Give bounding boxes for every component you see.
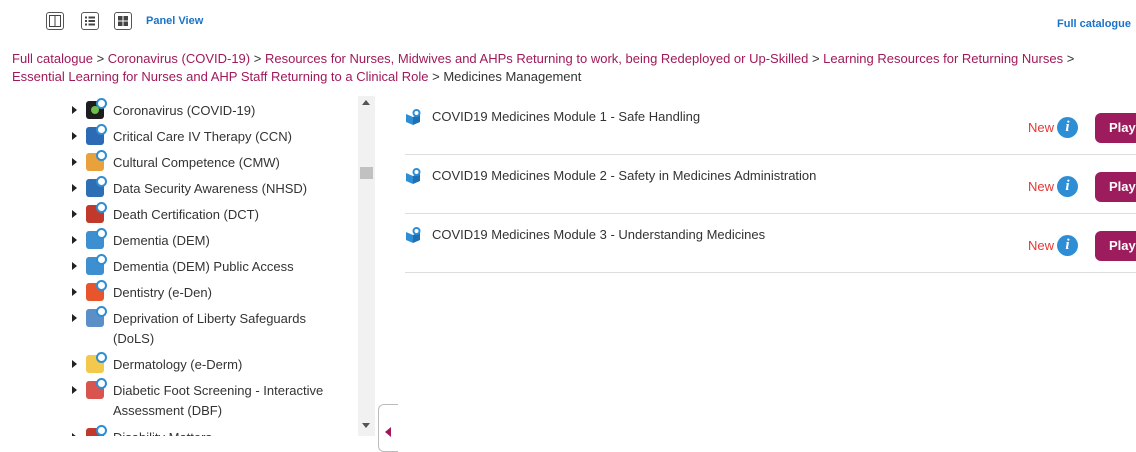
new-badge: New bbox=[1028, 238, 1055, 253]
critical-care-icon bbox=[86, 124, 107, 145]
breadcrumb-current: Medicines Management bbox=[443, 69, 582, 84]
dementia-icon bbox=[86, 228, 107, 249]
module-icon bbox=[406, 227, 421, 243]
diabetic-foot-icon bbox=[86, 378, 107, 399]
scroll-down-icon[interactable] bbox=[362, 423, 370, 428]
expand-arrow-icon[interactable] bbox=[72, 210, 77, 218]
full-catalogue-link[interactable]: Full catalogue bbox=[1057, 18, 1131, 30]
module-icon bbox=[406, 168, 421, 184]
tree-item-label: Dentistry (e-Den) bbox=[113, 285, 212, 300]
chevron-left-icon bbox=[385, 427, 391, 437]
grid-icon bbox=[118, 16, 128, 26]
play-button[interactable]: Play bbox=[1095, 172, 1136, 202]
breadcrumb-separator: > bbox=[253, 51, 262, 66]
dementia-public-icon bbox=[86, 254, 107, 275]
expand-arrow-icon[interactable] bbox=[72, 158, 77, 166]
module-row: COVID19 Medicines Module 1 - Safe Handli… bbox=[405, 96, 1136, 155]
expand-arrow-icon[interactable] bbox=[72, 433, 77, 436]
dermatology-icon bbox=[86, 352, 107, 373]
info-icon[interactable]: i bbox=[1057, 235, 1078, 256]
list-icon bbox=[85, 16, 95, 26]
module-row: COVID19 Medicines Module 3 - Understandi… bbox=[405, 214, 1136, 273]
expand-arrow-icon[interactable] bbox=[72, 288, 77, 296]
tree-scrollbar[interactable] bbox=[358, 96, 375, 436]
expand-arrow-icon[interactable] bbox=[72, 262, 77, 270]
expand-arrow-icon[interactable] bbox=[72, 314, 77, 322]
cultural-competence-icon bbox=[86, 150, 107, 171]
death-certification-icon bbox=[86, 202, 107, 223]
breadcrumb-separator: > bbox=[432, 69, 440, 84]
breadcrumb-link-returning-nurses[interactable]: Learning Resources for Returning Nurses bbox=[823, 51, 1063, 66]
tree-item-label: Coronavirus (COVID-19) bbox=[113, 103, 256, 118]
breadcrumb-separator: > bbox=[811, 51, 820, 66]
info-icon[interactable]: i bbox=[1057, 117, 1078, 138]
breadcrumb-link-resources[interactable]: Resources for Nurses, Midwives and AHPs … bbox=[265, 51, 808, 66]
new-badge: New bbox=[1028, 179, 1055, 194]
scroll-thumb[interactable] bbox=[360, 167, 373, 179]
breadcrumb-separator: > bbox=[96, 51, 105, 66]
tree-item-label: Diabetic Foot Screening - Interactive As… bbox=[113, 383, 324, 418]
play-button[interactable]: Play bbox=[1095, 113, 1136, 143]
covid-icon bbox=[86, 98, 107, 119]
new-badge: New bbox=[1028, 120, 1055, 135]
collapse-panel-button[interactable] bbox=[378, 404, 398, 452]
view-toolbar: Panel View Full catalogue bbox=[0, 0, 1136, 40]
scroll-up-icon[interactable] bbox=[362, 100, 370, 105]
panel-view-link[interactable]: Panel View bbox=[146, 15, 203, 27]
expand-arrow-icon[interactable] bbox=[72, 360, 77, 368]
tree-item-label: Dermatology (e-Derm) bbox=[113, 357, 243, 372]
play-button[interactable]: Play bbox=[1095, 231, 1136, 261]
data-security-icon bbox=[86, 176, 107, 197]
info-icon[interactable]: i bbox=[1057, 176, 1078, 197]
module-row: COVID19 Medicines Module 2 - Safety in M… bbox=[405, 155, 1136, 214]
dols-icon bbox=[86, 306, 107, 327]
tree-item-label: Critical Care IV Therapy (CCN) bbox=[113, 129, 292, 144]
breadcrumb-link-coronavirus[interactable]: Coronavirus (COVID-19) bbox=[108, 51, 250, 66]
breadcrumb: Full catalogue > Coronavirus (COVID-19) … bbox=[12, 50, 1136, 86]
breadcrumb-link-essential-learning[interactable]: Essential Learning for Nurses and AHP St… bbox=[12, 69, 428, 84]
tree-item-label: Dementia (DEM) bbox=[113, 233, 210, 248]
breadcrumb-link-full-catalogue[interactable]: Full catalogue bbox=[12, 51, 93, 66]
catalogue-tree: Coronavirus (COVID-19) Critical Care IV … bbox=[0, 96, 355, 436]
tree-item-label: Death Certification (DCT) bbox=[113, 207, 259, 222]
expand-arrow-icon[interactable] bbox=[72, 132, 77, 140]
expand-arrow-icon[interactable] bbox=[72, 106, 77, 114]
module-title[interactable]: COVID19 Medicines Module 1 - Safe Handli… bbox=[432, 109, 700, 124]
grid-view-button[interactable] bbox=[114, 12, 132, 30]
two-column-icon bbox=[49, 15, 61, 27]
module-icon bbox=[406, 109, 421, 125]
disability-icon bbox=[86, 425, 107, 436]
breadcrumb-separator: > bbox=[1066, 51, 1075, 66]
tree-item-label: Dementia (DEM) Public Access bbox=[113, 259, 294, 274]
two-column-view-button[interactable] bbox=[46, 12, 64, 30]
tree-item-label: Disability Matters bbox=[113, 428, 343, 436]
tree-item-label: Deprivation of Liberty Safeguards (DoLS) bbox=[113, 311, 306, 346]
expand-arrow-icon[interactable] bbox=[72, 184, 77, 192]
module-title[interactable]: COVID19 Medicines Module 3 - Understandi… bbox=[432, 227, 765, 242]
module-title[interactable]: COVID19 Medicines Module 2 - Safety in M… bbox=[432, 168, 816, 183]
expand-arrow-icon[interactable] bbox=[72, 236, 77, 244]
list-view-button[interactable] bbox=[81, 12, 99, 30]
tree-item-label: Data Security Awareness (NHSD) bbox=[113, 181, 308, 196]
tree-item-label: Cultural Competence (CMW) bbox=[113, 155, 280, 170]
dentistry-icon bbox=[86, 280, 107, 301]
expand-arrow-icon[interactable] bbox=[72, 386, 77, 394]
